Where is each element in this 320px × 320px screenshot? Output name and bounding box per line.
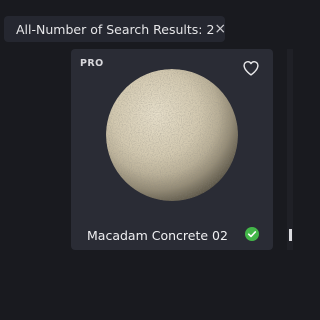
next-asset-title-fragment bbox=[289, 229, 292, 241]
search-filter-chip: All-Number of Search Results: 2 × bbox=[4, 16, 226, 42]
close-icon[interactable]: × bbox=[214, 22, 226, 36]
search-results-count-label: All-Number of Search Results: 2 bbox=[16, 21, 215, 37]
asset-card[interactable]: PRO Macadam Concrete 02 bbox=[71, 49, 273, 250]
asset-title: Macadam Concrete 02 bbox=[87, 228, 228, 243]
heart-outline-icon[interactable] bbox=[242, 60, 260, 76]
check-circle-icon bbox=[245, 227, 259, 241]
material-preview-sphere bbox=[106, 69, 238, 201]
next-asset-card-edge[interactable] bbox=[287, 49, 293, 250]
pro-badge: PRO bbox=[80, 58, 104, 69]
